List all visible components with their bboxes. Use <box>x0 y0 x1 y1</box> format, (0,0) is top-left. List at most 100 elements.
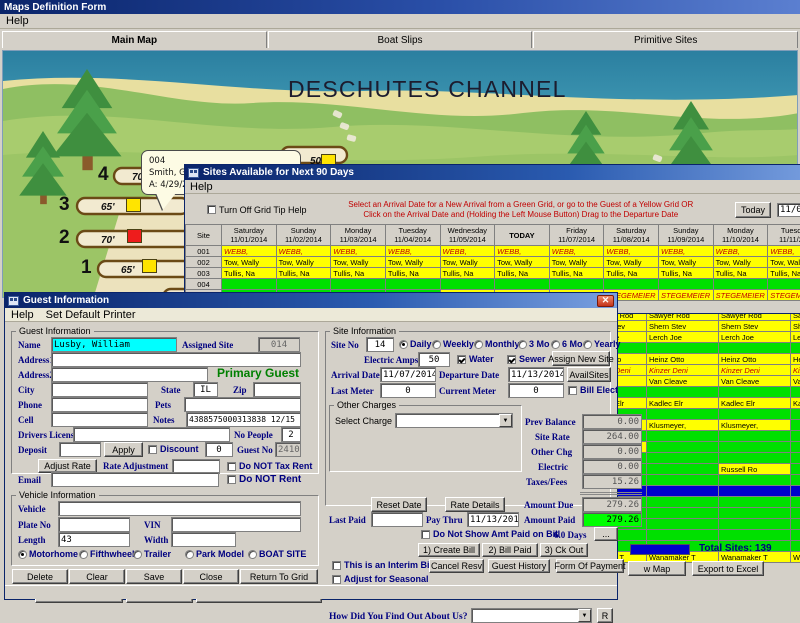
sites-grid-site-cell[interactable]: 001 <box>186 246 222 257</box>
table-row[interactable]: Van CleaveVan CleaveVan Cleave <box>613 376 800 387</box>
bg-grid-cell[interactable] <box>791 420 800 431</box>
sites-grid-cell[interactable]: Tow, Wally <box>222 257 277 268</box>
guest-menu-help[interactable]: Help <box>11 309 34 321</box>
guest-menubar[interactable]: Help Set Default Printer <box>5 308 617 322</box>
bg-grid-cell[interactable] <box>791 453 800 464</box>
sites-menubar[interactable]: Help <box>185 180 800 194</box>
sites-grid-cell[interactable]: WEBB, <box>659 246 714 257</box>
bg-grid-cell[interactable] <box>647 464 719 475</box>
site-no-field[interactable]: 14 <box>366 337 394 352</box>
today-button[interactable]: Today <box>735 202 771 218</box>
bg-grid-cell[interactable] <box>791 519 800 530</box>
bg-grid-cell[interactable]: Kinzer Deni <box>791 365 800 376</box>
guest-history-button[interactable]: Guest History <box>488 559 550 573</box>
turn-off-grid-tip-checkbox[interactable]: Turn Off Grid Tip Help <box>207 205 307 215</box>
sites-grid-header[interactable]: Monday11/10/2014 <box>713 225 768 246</box>
sites-grid-cell[interactable]: WEBB, <box>222 246 277 257</box>
sites-grid-site-cell[interactable]: 004 <box>186 279 222 290</box>
bg-grid-cell[interactable] <box>719 486 791 497</box>
sites-grid-cell[interactable]: STEGEME <box>768 290 800 301</box>
map-site-number-1[interactable]: 1 <box>81 257 92 279</box>
period-yearly[interactable]: Yearly <box>583 339 621 349</box>
adjust-seasonal-checkbox[interactable]: Adjust for Seasonal <box>332 574 429 584</box>
sites-grid-header[interactable]: Site <box>186 225 222 246</box>
bg-grid-cell[interactable]: Van Cleave <box>719 376 791 387</box>
tab-main-map[interactable]: Main Map <box>2 31 267 48</box>
bg-grid-cell[interactable] <box>647 530 719 541</box>
bg-grid-cell[interactable] <box>647 453 719 464</box>
bg-grid-cell[interactable] <box>647 431 719 442</box>
chevron-down-icon[interactable]: ▼ <box>499 414 512 427</box>
sites-grid-header[interactable]: Wednesday11/05/2014 <box>440 225 495 246</box>
bg-grid-cell[interactable] <box>791 409 800 420</box>
sites-grid-cell[interactable]: Tullis, Na <box>768 268 800 279</box>
bg-grid-cell[interactable] <box>791 387 800 398</box>
sites-grid-header[interactable]: Sunday11/02/2014 <box>276 225 331 246</box>
pay-thru-field[interactable]: 11/13/2014 <box>467 512 519 527</box>
sites-grid-cell[interactable]: WEBB, <box>440 246 495 257</box>
sites-grid-cell[interactable]: Tow, Wally <box>276 257 331 268</box>
sites-grid-cell[interactable]: Tullis, Na <box>440 268 495 279</box>
bg-grid-cell[interactable] <box>647 409 719 420</box>
refresh-r-button[interactable]: R <box>597 608 613 623</box>
bg-grid-cell[interactable]: Heinz Otto <box>719 354 791 365</box>
sites-grid-cell[interactable]: Tow, Wally <box>385 257 440 268</box>
sites-grid-cell[interactable]: Tullis, Na <box>331 268 386 279</box>
electric-amps-field[interactable]: 50 <box>418 352 450 367</box>
ellipsis-button[interactable]: ... <box>594 527 618 541</box>
map-flag-site-2[interactable] <box>127 229 142 243</box>
bg-grid-cell[interactable] <box>719 497 791 508</box>
guest-menu-set-default-printer[interactable]: Set Default Printer <box>46 309 136 321</box>
map-flag-site-3[interactable] <box>126 198 141 212</box>
bg-grid-cell[interactable]: Klusmeyer, <box>647 420 719 431</box>
no-people-field[interactable]: 2 <box>281 427 301 442</box>
view-map-button[interactable]: w Map <box>628 561 686 576</box>
map-site-number-3[interactable]: 3 <box>59 194 70 216</box>
bg-grid-cell[interactable] <box>791 464 800 475</box>
map-site-number-4[interactable]: 4 <box>98 164 109 186</box>
bg-grid-cell[interactable]: Lerch Joe <box>647 332 719 343</box>
sites-grid-cell[interactable]: WEBB, <box>495 246 550 257</box>
sites-grid-cell[interactable]: Tullis, Na <box>549 268 604 279</box>
do-not-rent-checkbox[interactable]: Do NOT Rent <box>227 474 301 485</box>
sites-grid-cell[interactable]: Tullis, Na <box>659 268 714 279</box>
tab-primitive-sites[interactable]: Primitive Sites <box>533 31 798 48</box>
bg-grid-cell[interactable] <box>719 431 791 442</box>
sites-grid-cell[interactable]: Tow, Wally <box>604 257 659 268</box>
table-row[interactable] <box>613 530 800 541</box>
rate-details-button[interactable]: Rate Details <box>445 497 505 512</box>
bg-grid-cell[interactable] <box>647 387 719 398</box>
sites-grid-cell[interactable]: Tow, Wally <box>659 257 714 268</box>
chevron-down-icon[interactable]: ▼ <box>578 609 591 622</box>
length-field[interactable]: 43 <box>58 532 130 547</box>
bg-grid-cell[interactable] <box>791 343 800 354</box>
bg-grid-cell[interactable] <box>647 486 719 497</box>
period-6mo[interactable]: 6 Mo <box>551 339 583 349</box>
vehicle-field[interactable] <box>58 501 301 516</box>
bg-grid-cell[interactable] <box>647 519 719 530</box>
bill-elect-checkbox[interactable]: Bill Elect <box>568 385 618 395</box>
sites-grid-cell[interactable]: STEGEMEIER <box>713 290 768 301</box>
close-icon[interactable]: ✕ <box>597 295 614 307</box>
period-daily[interactable]: Daily <box>399 339 432 349</box>
sites-grid-table[interactable]: SiteSaturday11/01/2014Sunday11/02/2014Mo… <box>185 224 800 301</box>
sites-grid-header[interactable]: Monday11/03/2014 <box>331 225 386 246</box>
tab-boat-slips[interactable]: Boat Slips <box>268 31 533 48</box>
bg-grid-cell[interactable] <box>647 508 719 519</box>
deposit-field[interactable] <box>59 442 101 457</box>
table-row[interactable]: 004 <box>186 279 800 290</box>
last-meter-field[interactable]: 0 <box>380 383 436 398</box>
sites-grid-cell[interactable] <box>495 279 550 290</box>
bg-grid-cell[interactable] <box>791 541 800 552</box>
bg-grid-cell[interactable]: Klusmeyer, <box>719 420 791 431</box>
bg-grid-cell[interactable] <box>791 442 800 453</box>
sites-grid-cell[interactable]: Tow, Wally <box>331 257 386 268</box>
phone-field[interactable] <box>51 397 148 412</box>
sites-grid-header[interactable]: Friday11/07/2014 <box>549 225 604 246</box>
discount-field[interactable]: 0 <box>205 442 233 457</box>
bg-grid-cell[interactable] <box>647 475 719 486</box>
bg-grid-cell[interactable] <box>647 497 719 508</box>
bg-grid-cell[interactable] <box>791 486 800 497</box>
state-field[interactable]: IL <box>193 382 218 397</box>
bg-grid-cell[interactable] <box>791 475 800 486</box>
